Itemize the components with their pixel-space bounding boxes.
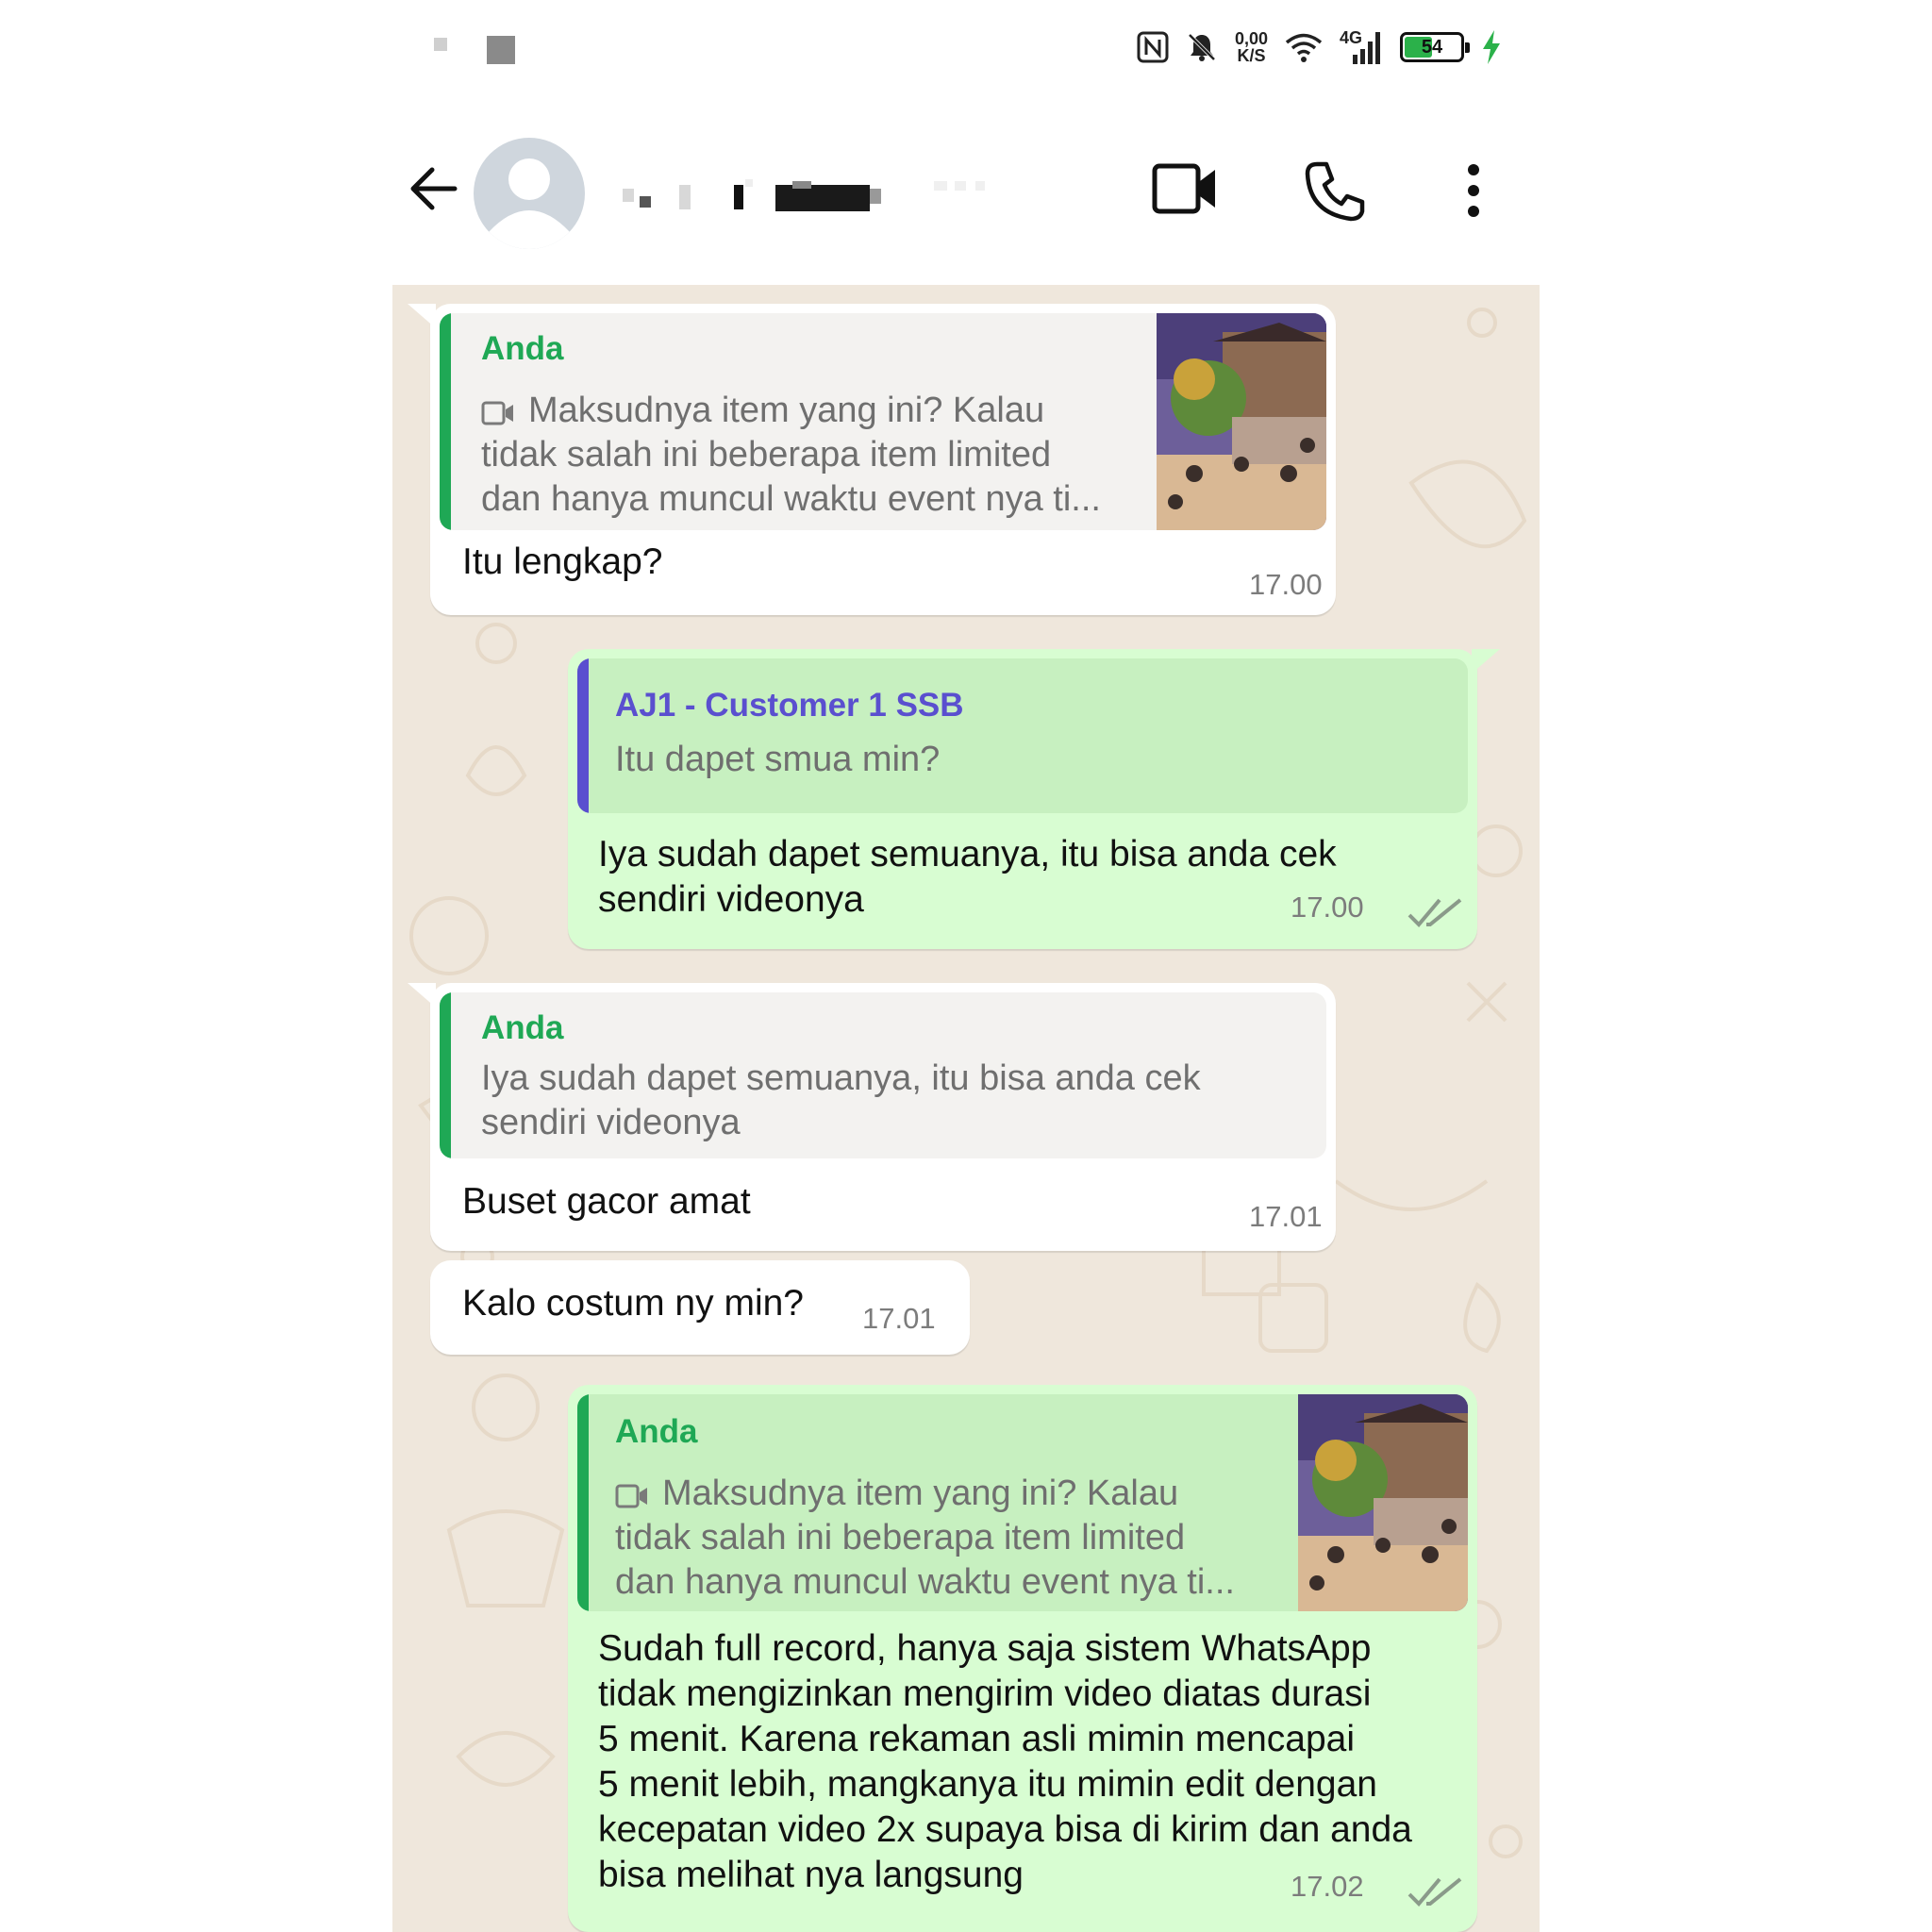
message-bubble-outgoing[interactable]: Anda Maksudnya item yang ini? Kalau tida…	[568, 1385, 1477, 1932]
message-text: Kalo costum ny min?	[462, 1283, 804, 1324]
message-bubble-outgoing[interactable]: AJ1 - Customer 1 SSB Itu dapet smua min?…	[568, 649, 1500, 949]
status-bar: 0,00 K/S 4G 54	[392, 0, 1540, 94]
message-line: bisa melihat nya langsung	[598, 1855, 1024, 1895]
battery-indicator: 54	[1400, 32, 1470, 62]
message-time: 17.01	[862, 1302, 936, 1335]
message-time: 17.01	[1249, 1200, 1323, 1233]
message-line: Iya sudah dapet semuanya, itu bisa anda …	[598, 834, 1337, 874]
video-thumbnail	[1157, 313, 1326, 530]
default-avatar-icon	[489, 158, 570, 249]
quote-line: Maksudnya item yang ini? Kalau	[662, 1474, 1179, 1513]
quote-author: Anda	[481, 1009, 564, 1046]
quote-accent-bar	[577, 658, 589, 813]
quoted-message[interactable]: Anda Iya sudah dapet semuanya, itu bisa …	[440, 992, 1326, 1158]
signal-bars-icon	[1353, 32, 1380, 64]
message-line: kecepatan video 2x supaya bisa di kirim …	[598, 1809, 1412, 1850]
message-text: Itu lengkap?	[462, 541, 663, 582]
message-text: Buset gacor amat	[462, 1181, 751, 1222]
nfc-icon	[1137, 31, 1169, 63]
quote-line: dan hanya muncul waktu event nya ti...	[615, 1562, 1235, 1602]
message-line: 5 menit lebih, mangkanya itu mimin edit …	[598, 1764, 1377, 1805]
quote-line: Maksudnya item yang ini? Kalau	[528, 391, 1045, 430]
message-line: tidak mengizinkan mengirim video diatas …	[598, 1674, 1372, 1714]
contact-avatar[interactable]	[474, 138, 585, 249]
message-bubble-incoming[interactable]: Anda Maksudnya item yang ini? Kalau tida…	[408, 304, 1336, 615]
chat-area[interactable]: Anda Maksudnya item yang ini? Kalau tida…	[392, 285, 1540, 1932]
notification-dot	[434, 38, 447, 51]
read-ticks-icon	[1407, 898, 1462, 927]
quote-line: Itu dapet smua min?	[615, 740, 941, 779]
notification-icon	[487, 36, 515, 64]
charging-bolt-icon	[1483, 30, 1500, 64]
network-speed: 0,00 K/S	[1235, 30, 1268, 64]
message-bubble-incoming[interactable]: Anda Iya sudah dapet semuanya, itu bisa …	[408, 983, 1336, 1251]
video-call-icon[interactable]	[1151, 160, 1219, 217]
back-arrow-icon[interactable]	[406, 160, 462, 217]
quote-accent-bar	[440, 313, 451, 530]
quote-line: dan hanya muncul waktu event nya ti...	[481, 479, 1101, 519]
contact-name-redacted[interactable]	[623, 179, 1075, 213]
chat-header	[392, 123, 1540, 264]
message-line: Sudah full record, hanya saja sistem Wha…	[598, 1628, 1372, 1669]
quote-line: sendiri videonya	[481, 1103, 741, 1142]
net-speed-unit: K/S	[1237, 46, 1266, 65]
quote-accent-bar	[440, 992, 451, 1158]
message-time: 17.00	[1291, 891, 1364, 924]
quote-author: Anda	[615, 1413, 698, 1450]
read-ticks-icon	[1407, 1877, 1462, 1907]
message-line: sendiri videonya	[598, 879, 864, 920]
quote-accent-bar	[577, 1394, 589, 1611]
cellular-signal: 4G	[1340, 28, 1383, 66]
video-icon	[615, 1484, 647, 1508]
quoted-message[interactable]: AJ1 - Customer 1 SSB Itu dapet smua min?	[577, 658, 1468, 813]
quote-line: Iya sudah dapet semuanya, itu bisa anda …	[481, 1058, 1201, 1098]
quoted-message[interactable]: Anda Maksudnya item yang ini? Kalau tida…	[577, 1394, 1468, 1611]
message-bubble-incoming[interactable]: Kalo costum ny min? 17.01	[430, 1260, 970, 1355]
wifi-icon	[1285, 33, 1323, 62]
video-thumbnail	[1298, 1394, 1468, 1611]
quote-author: Anda	[481, 330, 564, 367]
quote-line: tidak salah ini beberapa item limited	[615, 1518, 1186, 1557]
quote-author: AJ1 - Customer 1 SSB	[615, 687, 964, 724]
phone-screen: 0,00 K/S 4G 54 Anda Maksudnya item yang …	[392, 0, 1540, 1932]
message-line: 5 menit. Karena rekaman asli mimin menca…	[598, 1719, 1356, 1759]
battery-level: 54	[1421, 37, 1443, 58]
quoted-message[interactable]: Anda Maksudnya item yang ini? Kalau tida…	[440, 313, 1326, 530]
message-time: 17.02	[1291, 1870, 1364, 1903]
message-time: 17.00	[1249, 568, 1323, 601]
video-icon	[481, 401, 513, 425]
mute-bell-icon	[1188, 33, 1216, 61]
voice-call-icon[interactable]	[1304, 160, 1366, 223]
net-speed-value: 0,00	[1234, 29, 1268, 48]
quote-line: tidak salah ini beberapa item limited	[481, 435, 1052, 475]
more-options-icon[interactable]	[1462, 160, 1485, 221]
